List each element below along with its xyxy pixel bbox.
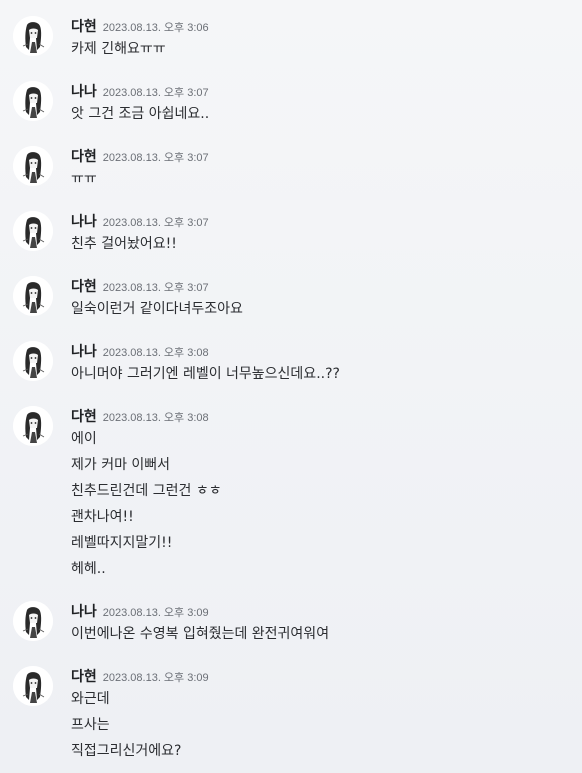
avatar-sketch-icon: [13, 16, 53, 56]
avatar-sketch-icon: [13, 276, 53, 316]
message-line: 레벨따지지말기!!: [71, 535, 173, 551]
avatar[interactable]: [13, 146, 53, 186]
message-header: 다현 2023.08.13. 오후 3:07: [71, 146, 209, 165]
message-timestamp: 2023.08.13. 오후 3:07: [102, 152, 209, 164]
avatar[interactable]: [13, 276, 53, 316]
message-body: 친추 걸어놨어요!!: [71, 231, 177, 257]
message-body: 앗 그건 조금 아쉽네요..: [71, 101, 209, 127]
avatar-sketch-icon: [13, 211, 53, 251]
avatar[interactable]: [13, 81, 53, 121]
message-body: 이번에나온 수영복 입혀줬는데 완전귀여워여: [71, 621, 329, 647]
author-name[interactable]: 나나: [71, 84, 97, 100]
message-body: 아니머야 그러기엔 레벨이 너무높으신데요..??: [71, 361, 340, 387]
message-timestamp: 2023.08.13. 오후 3:08: [102, 347, 209, 359]
message-line: 헤헤..: [71, 561, 106, 577]
message-body: 일숙이런거 같이다녀두조아요: [71, 296, 243, 322]
message-line: 카제 긴해요ㅠㅠ: [71, 41, 166, 57]
chat-log: 다현 2023.08.13. 오후 3:06 카제 긴해요ㅠㅠ 나나 2023.08…: [0, 0, 582, 773]
message-line: 아니머야 그러기엔 레벨이 너무높으신데요..??: [71, 366, 340, 382]
message-line: 앗 그건 조금 아쉽네요..: [71, 106, 210, 122]
avatar[interactable]: [13, 601, 53, 641]
message-body: ㅠㅠ: [71, 166, 97, 192]
author-name[interactable]: 나나: [71, 344, 97, 360]
message-body: 카제 긴해요ㅠㅠ: [71, 36, 166, 62]
message-header: 나나 2023.08.13. 오후 3:08: [71, 341, 209, 360]
avatar[interactable]: [13, 341, 53, 381]
message-header: 나나 2023.08.13. 오후 3:07: [71, 81, 209, 100]
avatar-sketch-icon: [13, 146, 53, 186]
author-name[interactable]: 나나: [71, 214, 97, 230]
message-header: 다현 2023.08.13. 오후 3:07: [71, 276, 209, 295]
message-line: 일숙이런거 같이다녀두조아요: [71, 301, 243, 317]
message-line: 괜차나여!!: [71, 509, 134, 525]
author-name[interactable]: 다현: [71, 279, 97, 295]
message-timestamp: 2023.08.13. 오후 3:07: [102, 282, 209, 294]
message-line: 친추 걸어놨어요!!: [71, 236, 177, 252]
author-name[interactable]: 나나: [71, 604, 97, 620]
author-name[interactable]: 다현: [71, 669, 97, 685]
message-body: 에이 제가 커마 이뻐서 친추드린건데 그런건 ㅎㅎ 괜차나여!! 레벨따지지말…: [71, 426, 222, 582]
author-name[interactable]: 다현: [71, 19, 97, 35]
message-header: 다현 2023.08.13. 오후 3:09: [71, 666, 209, 685]
message-body: 와근데 프사는 직접그리신거에요?: [71, 686, 181, 764]
avatar-sketch-icon: [13, 601, 53, 641]
avatar[interactable]: [13, 666, 53, 706]
message-line: 제가 커마 이뻐서: [71, 457, 171, 473]
message-timestamp: 2023.08.13. 오후 3:07: [102, 87, 209, 99]
message-line: ㅠㅠ: [71, 171, 97, 187]
message-header: 다현 2023.08.13. 오후 3:08: [71, 406, 209, 425]
avatar-sketch-icon: [13, 406, 53, 446]
message-timestamp: 2023.08.13. 오후 3:08: [102, 412, 209, 424]
author-name[interactable]: 다현: [71, 409, 97, 425]
message-header: 나나 2023.08.13. 오후 3:09: [71, 601, 209, 620]
avatar[interactable]: [13, 406, 53, 446]
message-line: 프사는: [71, 717, 110, 733]
message-timestamp: 2023.08.13. 오후 3:09: [102, 607, 209, 619]
message-line: 와근데: [71, 691, 110, 707]
avatar-sketch-icon: [13, 81, 53, 121]
message-header: 나나 2023.08.13. 오후 3:07: [71, 211, 209, 230]
message-line: 이번에나온 수영복 입혀줬는데 완전귀여워여: [71, 626, 330, 642]
message-timestamp: 2023.08.13. 오후 3:06: [102, 22, 209, 34]
avatar-sketch-icon: [13, 666, 53, 706]
avatar[interactable]: [13, 211, 53, 251]
author-name[interactable]: 다현: [71, 149, 97, 165]
message-line: 친추드린건데 그런건 ㅎㅎ: [71, 483, 222, 499]
message-line: 에이: [71, 431, 97, 447]
avatar-sketch-icon: [13, 341, 53, 381]
message-line: 직접그리신거에요?: [71, 743, 182, 759]
message-timestamp: 2023.08.13. 오후 3:09: [102, 672, 209, 684]
message-header: 다현 2023.08.13. 오후 3:06: [71, 16, 209, 35]
message-timestamp: 2023.08.13. 오후 3:07: [102, 217, 209, 229]
avatar[interactable]: [13, 16, 53, 56]
